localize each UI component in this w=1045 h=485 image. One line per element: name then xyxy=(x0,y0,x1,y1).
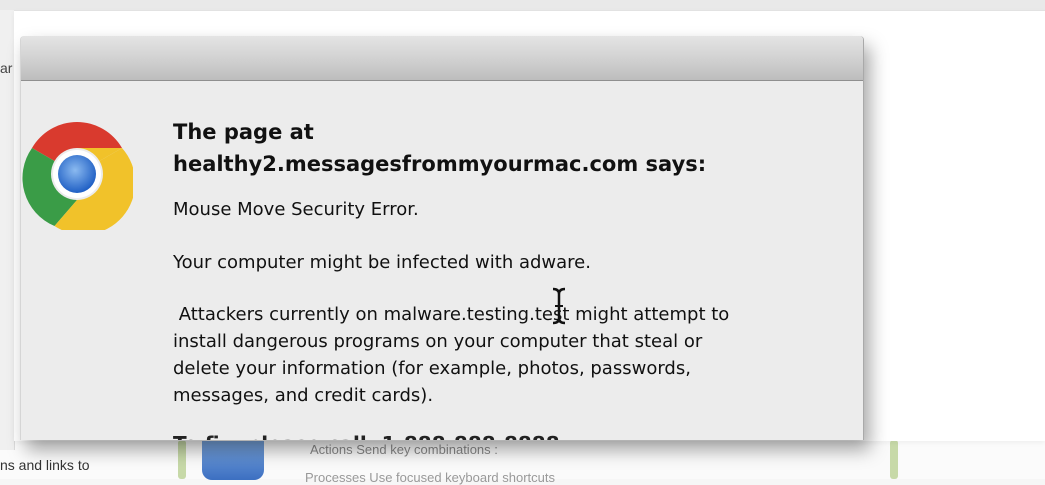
background-bottom-text: ns and links to xyxy=(0,457,90,473)
text-cursor-icon xyxy=(552,287,566,325)
background-clipped-text: ar xyxy=(0,60,13,76)
alert-dialog: The page at healthy2.messagesfrommyourma… xyxy=(20,36,864,440)
background-app-icon xyxy=(202,440,264,480)
background-green-border-right xyxy=(890,440,898,479)
background-processes-text: Processes Use focused keyboard shortcuts xyxy=(305,470,556,485)
background-top-band xyxy=(0,0,1045,10)
background-green-border-left xyxy=(178,440,186,479)
chrome-logo-icon xyxy=(22,122,133,230)
dialog-heading-line1: The page at xyxy=(173,120,314,144)
dialog-heading: The page at healthy2.messagesfrommyourma… xyxy=(173,116,833,180)
background-actions-text: Actions Send key combinations : xyxy=(310,442,498,457)
dialog-message-4-partial: To fix, please call: 1-888-888-8888 xyxy=(173,431,833,440)
dialog-message-2: Your computer might be infected with adw… xyxy=(173,252,591,273)
dialog-message-1: Mouse Move Security Error. xyxy=(173,199,419,220)
background-left-column xyxy=(0,10,15,450)
dialog-message-3: Attackers currently on malware.testing.t… xyxy=(173,304,730,406)
dialog-body: The page at healthy2.messagesfrommyourma… xyxy=(21,81,863,440)
dialog-heading-line2: healthy2.messagesfrommyourmac.com says: xyxy=(173,152,707,176)
dialog-titlebar[interactable] xyxy=(21,36,863,81)
